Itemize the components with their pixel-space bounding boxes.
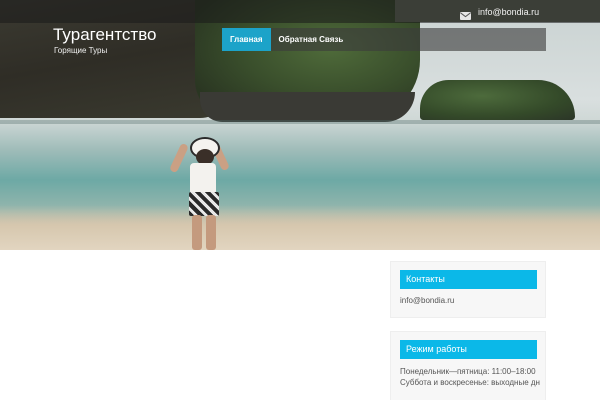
site-tagline: Горящие Туры — [54, 46, 108, 55]
hours-widget-title: Режим работы — [400, 340, 537, 359]
hours-weekend: Суббота и воскресенье: выходные дн — [400, 378, 540, 387]
contacts-widget-title: Контакты — [400, 270, 537, 289]
topbar-email[interactable]: info@bondia.ru — [478, 7, 539, 17]
top-bar: info@bondia.ru — [0, 0, 600, 23]
person-figure — [169, 135, 230, 250]
contacts-widget: Контакты info@bondia.ru — [390, 261, 546, 318]
cliff-base — [200, 92, 415, 122]
nav-item-home[interactable]: Главная — [222, 28, 271, 51]
hours-weekdays: Понедельник—пятница: 11:00–18:00 — [400, 367, 536, 376]
island — [420, 80, 575, 120]
hours-widget: Режим работы Понедельник—пятница: 11:00–… — [390, 331, 546, 400]
main-nav: Главная Обратная Связь — [222, 28, 546, 51]
water-line — [0, 120, 600, 124]
contacts-email[interactable]: info@bondia.ru — [400, 295, 454, 306]
envelope-icon — [460, 7, 471, 20]
beach-sand — [0, 205, 600, 250]
site-title[interactable]: Турагентство — [53, 25, 157, 45]
topbar-contact[interactable]: info@bondia.ru — [460, 0, 540, 23]
nav-item-feedback[interactable]: Обратная Связь — [271, 28, 352, 51]
